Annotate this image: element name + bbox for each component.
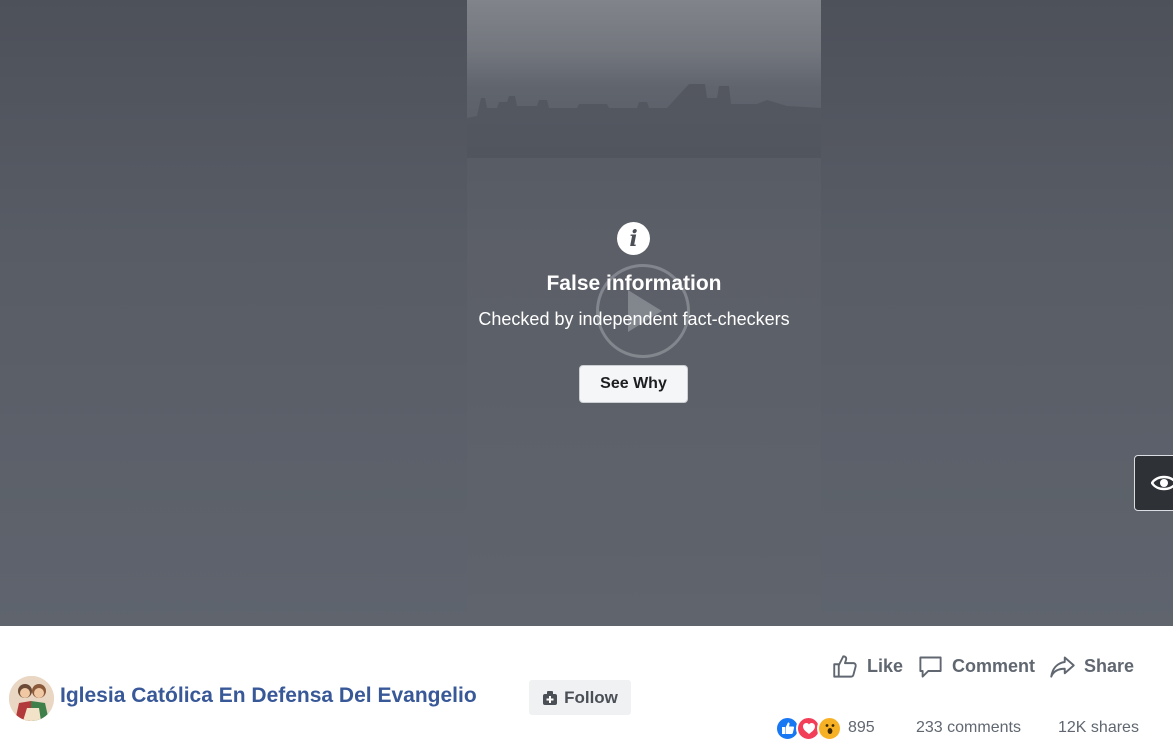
reaction-count: 895 [848, 719, 875, 736]
eye-icon[interactable] [1134, 455, 1173, 511]
share-button[interactable]: Share [1049, 651, 1134, 681]
page-name-link[interactable]: Iglesia Católica En Defensa Del Evangeli… [60, 684, 477, 708]
see-why-button[interactable]: See Why [579, 365, 688, 403]
like-label: Like [867, 655, 904, 676]
comment-label: Comment [952, 655, 1036, 676]
warning-subtitle: Checked by independent fact-checkers [478, 309, 790, 329]
comment-button[interactable]: Comment [917, 651, 1035, 681]
warning-title: False information [546, 272, 722, 295]
follow-button[interactable]: Follow [529, 680, 631, 715]
comments-count-link[interactable]: 233 comments [916, 719, 1021, 737]
thumbs-up-icon [833, 654, 857, 678]
shares-count-link[interactable]: 12K shares [1058, 719, 1139, 737]
share-label: Share [1084, 655, 1135, 676]
info-icon: i [617, 222, 650, 255]
share-icon [1050, 656, 1075, 678]
like-button[interactable]: Like [832, 651, 903, 681]
page-avatar[interactable] [9, 676, 54, 721]
wow-reaction-icon [817, 715, 842, 741]
reactions-summary[interactable]: 895 [775, 715, 875, 741]
video-player[interactable]: i False information Checked by independe… [0, 0, 1173, 626]
comment-icon [919, 656, 942, 678]
follow-label: Follow [564, 687, 618, 707]
follow-icon [543, 690, 558, 705]
